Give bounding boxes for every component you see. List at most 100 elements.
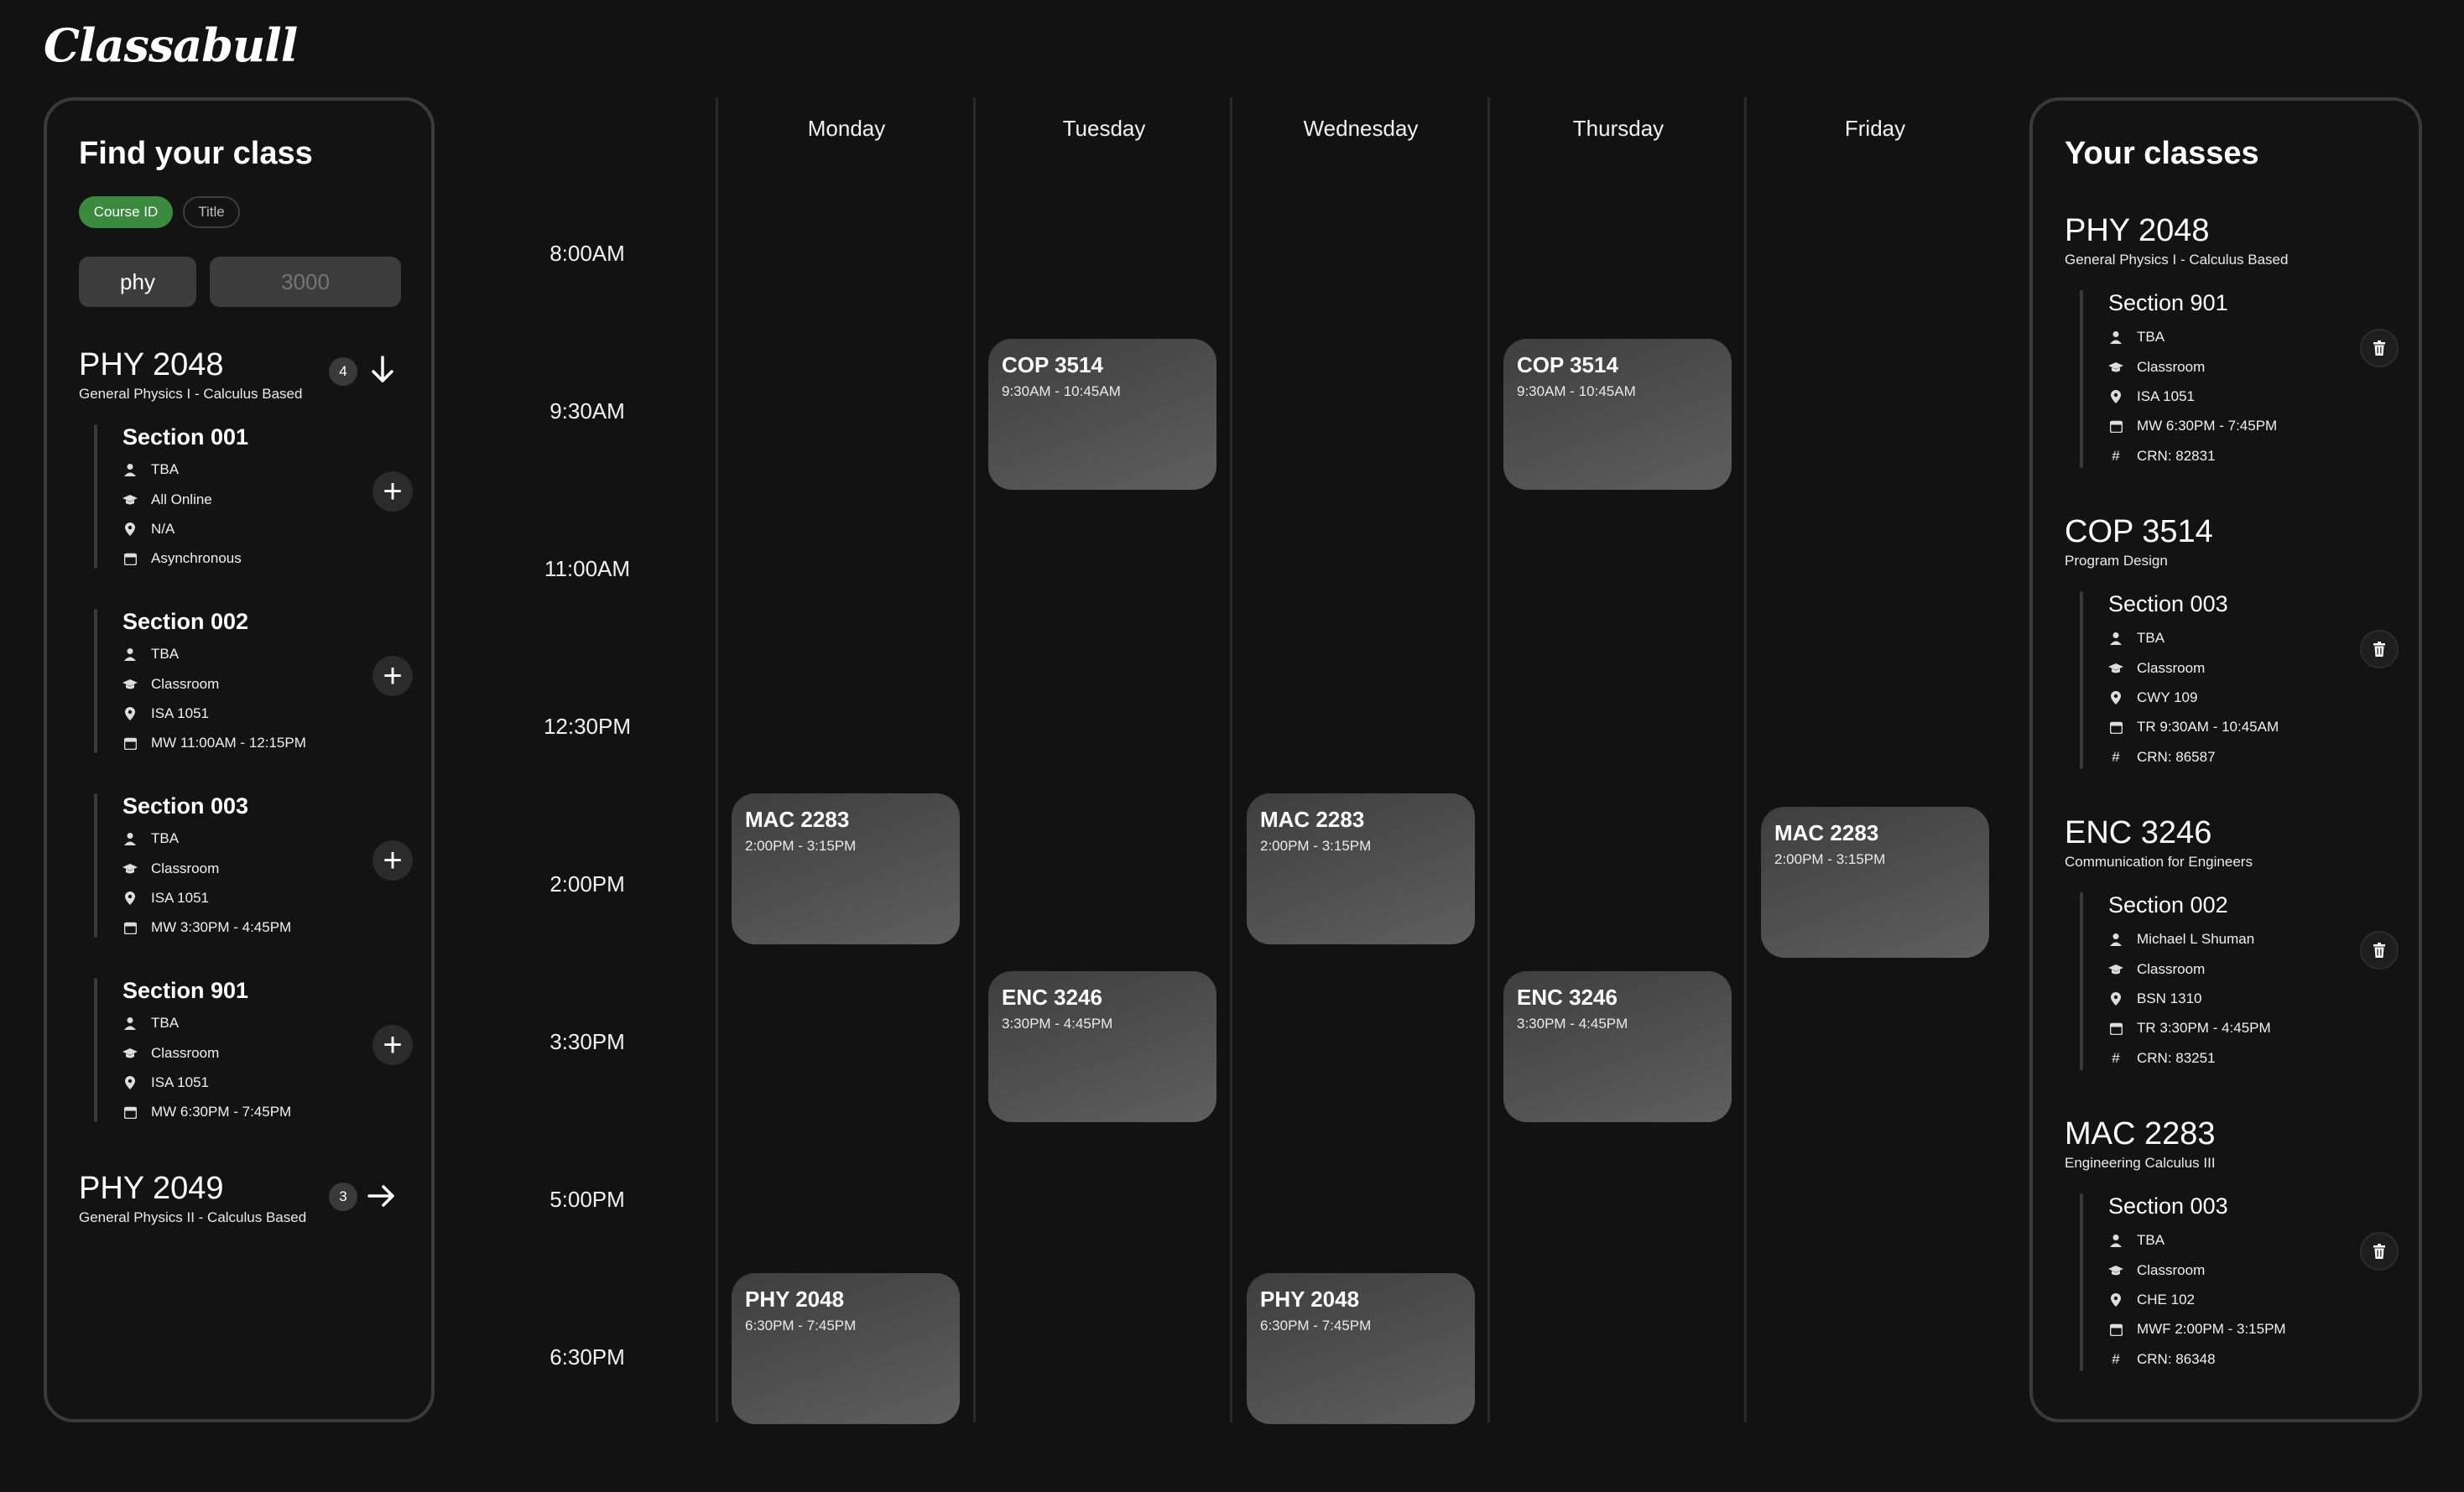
location-row: BSN 1310	[2108, 990, 2202, 1007]
location-text: CWY 109	[2137, 689, 2198, 705]
hash-icon: #	[2112, 1050, 2120, 1066]
course-code: PHY 2048	[2065, 213, 2210, 248]
location-row: CWY 109	[2108, 689, 2197, 706]
calendar-icon	[122, 736, 138, 751]
arrow-down-icon[interactable]	[371, 356, 394, 389]
remove-class-button[interactable]	[2360, 1232, 2399, 1271]
enrolled-course-header: ENC 3246 Communication for Engineers	[2065, 817, 2253, 871]
graduation-cap-icon	[2108, 661, 2123, 676]
your-classes-title: Your classes	[2065, 136, 2259, 171]
enrolled-course-header: PHY 2048 General Physics I - Calculus Ba…	[2065, 215, 2288, 268]
event-course-code: MAC 2283	[1774, 820, 1879, 845]
course-header-phy2048[interactable]: PHY 2048 General Physics I - Calculus Ba…	[79, 349, 302, 403]
instructor-text: TBA	[151, 830, 180, 846]
instructor-text: TBA	[151, 1015, 180, 1031]
section-card: Section 901 TBA Classroom ISA 1051 MW 6:…	[94, 978, 413, 1122]
section-card: Section 001 TBA All Online N/A Asynchron…	[94, 424, 413, 569]
graduation-cap-icon	[122, 492, 138, 507]
event-course-code: MAC 2283	[1260, 807, 1365, 832]
calendar-icon	[122, 551, 138, 566]
event-time: 2:00PM - 3:15PM	[745, 838, 857, 854]
trash-icon	[2373, 341, 2385, 356]
section-count-badge: 3	[329, 1183, 357, 1211]
add-section-button[interactable]: +	[372, 471, 413, 512]
section-card: Section 003 TBA Classroom ISA 1051 MW 3:…	[94, 793, 413, 938]
enrolled-section-card: Section 003 TBA Classroom CHE 102 MWF 2:…	[2080, 1193, 2399, 1371]
course-name: General Physics I - Calculus Based	[79, 386, 303, 402]
schedule-text: MW 6:30PM - 7:45PM	[2137, 418, 2278, 434]
graduation-cap-icon	[122, 1046, 138, 1061]
mode-row: Classroom	[2108, 961, 2205, 978]
map-pin-icon	[122, 1075, 138, 1090]
mode-row: Classroom	[122, 1045, 219, 1062]
course-name: Engineering Calculus III	[2065, 1155, 2216, 1171]
filter-title[interactable]: Title	[183, 196, 240, 228]
schedule-text: MW 3:30PM - 4:45PM	[151, 919, 292, 935]
calendar-event[interactable]: MAC 2283 2:00PM - 3:15PM	[732, 793, 960, 944]
location-text: N/A	[151, 521, 175, 537]
column-divider	[973, 97, 976, 1422]
course-code: PHY 2048	[79, 347, 224, 382]
calendar-event[interactable]: ENC 3246 3:30PM - 4:45PM	[988, 971, 1216, 1122]
course-header-phy2049[interactable]: PHY 2049 General Physics II - Calculus B…	[79, 1172, 306, 1226]
section-divider	[94, 609, 97, 753]
calendar-event[interactable]: PHY 2048 6:30PM - 7:45PM	[732, 1273, 960, 1424]
calendar-event[interactable]: MAC 2283 2:00PM - 3:15PM	[1247, 793, 1475, 944]
course-number-input[interactable]	[210, 257, 401, 307]
time-label: 8:00AM	[550, 241, 625, 266]
calendar-event[interactable]: ENC 3246 3:30PM - 4:45PM	[1503, 971, 1732, 1122]
enrolled-section-card: Section 002 Michael L Shuman Classroom B…	[2080, 892, 2399, 1070]
instructor-text: TBA	[2137, 329, 2165, 345]
calendar-event[interactable]: COP 3514 9:30AM - 10:45AM	[988, 339, 1216, 490]
location-row: N/A	[122, 521, 175, 538]
calendar-event[interactable]: COP 3514 9:30AM - 10:45AM	[1503, 339, 1732, 490]
schedule-row: MW 3:30PM - 4:45PM	[122, 919, 291, 936]
mode-text: Classroom	[2137, 660, 2206, 676]
map-pin-icon	[122, 706, 138, 721]
mode-text: Classroom	[2137, 1262, 2206, 1278]
calendar-icon	[2108, 1322, 2123, 1337]
mode-text: Classroom	[2137, 359, 2206, 375]
graduation-cap-icon	[2108, 1263, 2123, 1278]
search-panel: Find your class Course ID Title phy PHY …	[44, 97, 435, 1422]
event-course-code: MAC 2283	[745, 807, 850, 832]
time-label: 2:00PM	[550, 871, 625, 897]
time-label: 6:30PM	[550, 1344, 625, 1370]
mode-text: Classroom	[2137, 961, 2206, 977]
add-section-button[interactable]: +	[372, 656, 413, 696]
location-text: CHE 102	[2137, 1292, 2195, 1307]
instructor-row: TBA	[2108, 1232, 2164, 1249]
map-pin-icon	[2108, 690, 2123, 705]
course-name: Program Design	[2065, 553, 2168, 569]
location-text: ISA 1051	[2137, 388, 2196, 404]
calendar-icon	[122, 920, 138, 935]
remove-class-button[interactable]	[2360, 931, 2399, 970]
instructor-text: TBA	[2137, 630, 2165, 646]
filter-course-id[interactable]: Course ID	[79, 196, 173, 228]
location-row: ISA 1051	[122, 1074, 209, 1091]
day-header-thursday: Thursday	[1572, 116, 1664, 141]
person-icon	[2108, 932, 2123, 947]
person-icon	[2108, 330, 2123, 345]
calendar-event[interactable]: MAC 2283 2:00PM - 3:15PM	[1761, 807, 1989, 958]
map-pin-icon	[2108, 389, 2123, 404]
event-course-code: ENC 3246	[1002, 985, 1102, 1010]
course-name: Communication for Engineers	[2065, 854, 2253, 870]
location-text: ISA 1051	[151, 890, 210, 906]
remove-class-button[interactable]	[2360, 329, 2399, 367]
graduation-cap-icon	[122, 861, 138, 876]
add-section-button[interactable]: +	[372, 1025, 413, 1065]
section-count-badge: 4	[329, 357, 357, 386]
remove-class-button[interactable]	[2360, 630, 2399, 668]
schedule-row: Asynchronous	[122, 550, 242, 567]
dept-input[interactable]: phy	[79, 257, 196, 307]
trash-icon	[2373, 943, 2385, 958]
calendar-event[interactable]: PHY 2048 6:30PM - 7:45PM	[1247, 1273, 1475, 1424]
arrow-right-icon[interactable]	[367, 1184, 396, 1213]
add-section-button[interactable]: +	[372, 840, 413, 881]
plus-icon: +	[383, 842, 403, 879]
event-time: 9:30AM - 10:45AM	[1517, 383, 1636, 399]
column-divider	[1230, 97, 1232, 1422]
mode-text: All Online	[151, 491, 212, 507]
schedule-text: MWF 2:00PM - 3:15PM	[2137, 1321, 2286, 1337]
